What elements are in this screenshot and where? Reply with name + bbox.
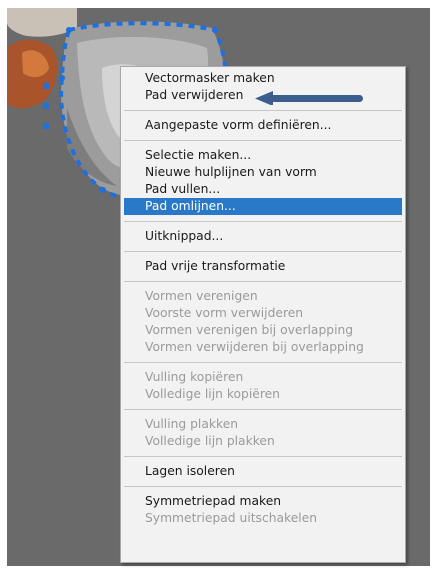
menu-separator [124,140,402,141]
menu-separator [124,221,402,222]
menu-item-aangepaste-vorm-defini-ren[interactable]: Aangepaste vorm definiëren... [121,117,405,134]
menu-separator [124,456,402,457]
menu-item-pad-omlijnen[interactable]: Pad omlijnen... [124,198,402,215]
menu-item-lagen-isoleren[interactable]: Lagen isoleren [121,463,405,480]
menu-separator [124,281,402,282]
menu-item-vormen-verenigen-bij-overlapping: Vormen verenigen bij overlapping [145,323,354,337]
menu-item-volledige-lijn-plakken: Volledige lijn plakken [145,434,275,448]
menu-separator [124,486,402,487]
menu-item-selectie-maken[interactable]: Selectie maken... [121,147,405,164]
menu-item-symmetriepad-maken[interactable]: Symmetriepad maken [121,493,405,510]
menu-separator [124,251,402,252]
menu-item-vulling-kopi-ren: Vulling kopiëren [145,370,244,384]
menu-item-voorste-vorm-verwijderen: Voorste vorm verwijderen [145,306,304,320]
menu-item-vulling-plakken: Vulling plakken [145,417,239,431]
menu-item-uitknippad[interactable]: Uitknippad... [121,228,405,245]
menu-item-vormen-verenigen: Vormen verenigen [145,289,258,303]
menu-separator [124,362,402,363]
menu-item-volledige-lijn-kopi-ren: Volledige lijn kopiëren [145,387,280,401]
menu-item-symmetriepad-uitschakelen: Symmetriepad uitschakelen [145,511,318,525]
menu-item-vormen-verwijderen-bij-overlapping: Vormen verwijderen bij overlapping [145,340,364,354]
arrow-left-icon [255,91,363,105]
context-menu: Vectormasker maken Pad verwijderen Aangepa… [120,66,406,563]
menu-item-nieuwe-hulplijnen-van-vorm[interactable]: Nieuwe hulplijnen van vorm [121,164,405,181]
menu-separator [124,110,402,111]
menu-separator [124,409,402,410]
menu-item-pad-vullen[interactable]: Pad vullen... [121,181,405,198]
menu-item-pad-vrije-transformatie[interactable]: Pad vrije transformatie [121,258,405,275]
menu-item-vectormasker-maken[interactable]: Vectormasker maken [121,70,405,87]
